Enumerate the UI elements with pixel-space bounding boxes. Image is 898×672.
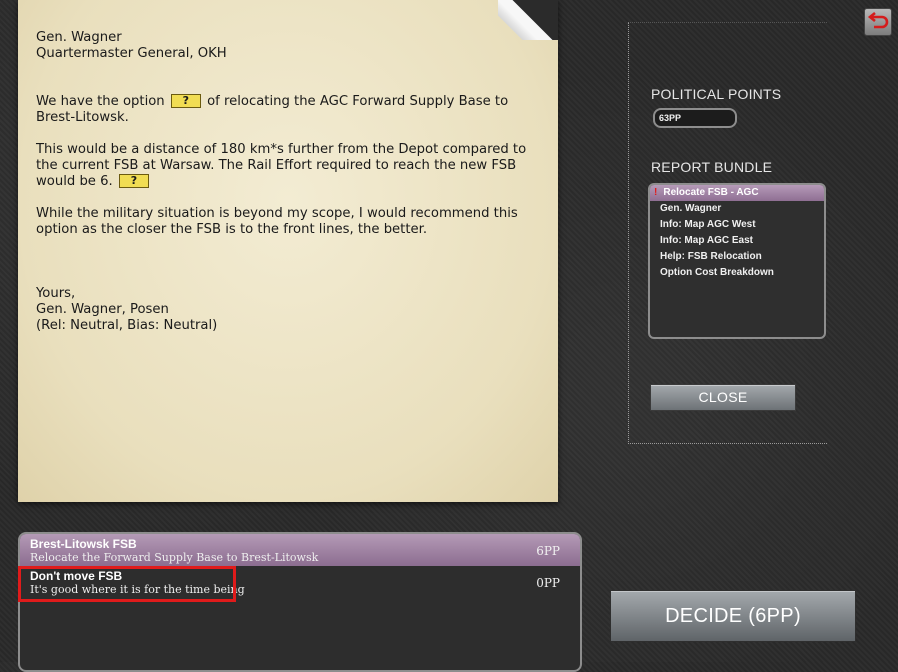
letter-paragraph-3: While the military situation is beyond m… xyxy=(36,206,518,237)
undo-button[interactable] xyxy=(864,8,892,36)
bundle-item-map-west[interactable]: Info: Map AGC West xyxy=(650,217,824,233)
highlight-box xyxy=(18,566,236,602)
political-points-value: 63PP xyxy=(653,108,737,128)
bundle-item-cost-breakdown[interactable]: Option Cost Breakdown xyxy=(650,265,824,281)
letter-relation: (Rel: Neutral, Bias: Neutral) xyxy=(36,318,218,333)
bundle-item-fsb-help[interactable]: Help: FSB Relocation xyxy=(650,249,824,265)
help-hint-icon[interactable]: ? xyxy=(170,94,201,108)
bundle-item-map-east[interactable]: Info: Map AGC East xyxy=(650,233,824,249)
option-brest-litowsk[interactable]: Brest-Litowsk FSB Relocate the Forward S… xyxy=(20,534,580,566)
undo-arrow-icon xyxy=(867,11,889,29)
letter-body: Gen. Wagner Quartermaster General, OKH W… xyxy=(36,30,536,334)
bundle-item-gen-wagner[interactable]: Gen. Wagner xyxy=(650,201,824,217)
close-button[interactable]: CLOSE xyxy=(650,384,796,411)
letter-signoff: Yours, xyxy=(36,286,76,301)
report-bundle-list: ! Relocate FSB - AGC Gen. Wagner Info: Ma… xyxy=(648,183,826,339)
decide-button[interactable]: DECIDE (6PP) xyxy=(610,590,856,642)
alert-icon: ! xyxy=(654,187,658,198)
help-hint-icon[interactable]: ? xyxy=(118,174,149,188)
report-bundle-label: REPORT BUNDLE xyxy=(651,159,773,175)
letter-signature: Gen. Wagner, Posen xyxy=(36,302,169,317)
report-letter: Gen. Wagner Quartermaster General, OKH W… xyxy=(18,0,558,502)
letter-recipient-title: Quartermaster General, OKH xyxy=(36,46,227,61)
bundle-item-relocate-fsb[interactable]: ! Relocate FSB - AGC xyxy=(650,185,824,201)
option-title: Brest-Litowsk FSB xyxy=(30,537,137,551)
letter-paragraph-2: This would be a distance of 180 km*s fur… xyxy=(36,142,527,189)
option-cost: 6PP xyxy=(536,544,560,558)
option-cost: 0PP xyxy=(536,576,560,590)
letter-paragraph-1: We have the option ? of relocating the A… xyxy=(36,94,509,125)
decision-options: Brest-Litowsk FSB Relocate the Forward S… xyxy=(18,532,582,672)
option-description: Relocate the Forward Supply Base to Bres… xyxy=(30,551,319,564)
political-points-label: POLITICAL POINTS xyxy=(651,86,782,102)
letter-recipient-name: Gen. Wagner xyxy=(36,30,122,45)
